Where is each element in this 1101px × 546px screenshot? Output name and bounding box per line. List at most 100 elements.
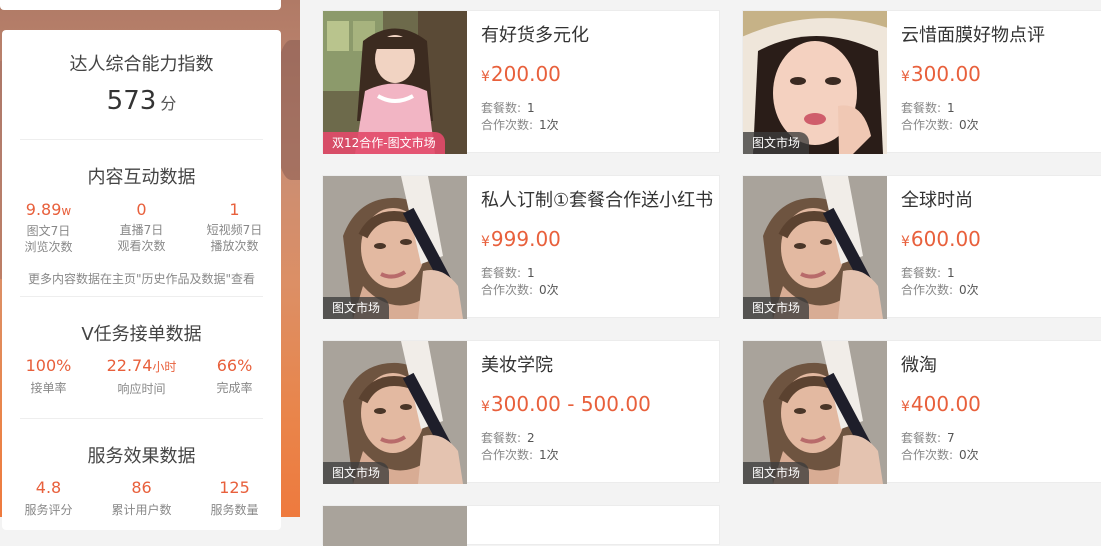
currency-symbol: ¥: [481, 399, 490, 415]
currency-symbol: ¥: [901, 69, 910, 85]
package-count-label: 套餐数:: [901, 101, 942, 115]
stat-unit: 小时: [152, 360, 177, 374]
stat-value: 4.8: [35, 478, 62, 497]
coop-count: 合作次数: 1次: [481, 446, 559, 463]
package-count-value: 1: [947, 266, 955, 280]
package-count: 套餐数: 1: [901, 99, 955, 116]
package-count-value: 1: [527, 101, 535, 115]
stat-value: 22.74: [106, 356, 153, 375]
package-count-value: 1: [527, 266, 535, 280]
service-card[interactable]: 图文市场 美妆学院 ¥300.00 - 500.00 套餐数: 2 合作次数: 1次: [322, 340, 720, 484]
card-thumbnail-image[interactable]: 图文市场: [743, 341, 887, 484]
content-interaction-title: 内容互动数据: [87, 167, 196, 188]
card-price: ¥999.00: [481, 227, 561, 251]
card-title[interactable]: 云惜面膜好物点评: [901, 21, 1045, 47]
ability-score-unit: 分: [160, 94, 177, 113]
service-stats: 4.8 服务评分 86 累计用户数 125 服务数量: [2, 478, 281, 518]
package-count-label: 套餐数:: [481, 101, 522, 115]
card-price: ¥300.00 - 500.00: [481, 392, 651, 416]
stat-label: 观看次数: [117, 239, 166, 253]
coop-count: 合作次数: 1次: [481, 116, 559, 133]
currency-symbol: ¥: [481, 69, 490, 85]
service-card[interactable]: 图文市场 私人订制①套餐合作送小红书 ¥999.00 套餐数: 1 合作次数: 0次: [322, 175, 720, 319]
ability-score-value: 573: [106, 86, 157, 116]
stat-service-rating: 4.8 服务评分: [2, 478, 95, 518]
coop-count-label: 合作次数:: [481, 448, 534, 462]
stat-value: 1: [229, 200, 240, 219]
service-card-partial[interactable]: [322, 505, 720, 546]
card-thumbnail-image[interactable]: 图文市场: [323, 341, 467, 484]
stat-label: 累计用户数: [111, 503, 172, 517]
market-tag: 图文市场: [743, 462, 810, 484]
price-value: 200.00: [490, 62, 561, 86]
stat-response-time: 22.74小时 响应时间: [95, 356, 188, 397]
card-title[interactable]: 私人订制①套餐合作送小红书: [481, 186, 713, 212]
coop-count-label: 合作次数:: [481, 283, 534, 297]
card-thumbnail-image[interactable]: [323, 506, 467, 546]
service-card[interactable]: 图文市场 云惜面膜好物点评 ¥300.00 套餐数: 1 合作次数: 0次: [742, 10, 1101, 154]
stat-total-users: 86 累计用户数: [95, 478, 188, 518]
ability-index-title: 达人综合能力指数: [69, 54, 214, 75]
influencer-stats-panel: 达人综合能力指数 573 分 内容互动数据 9.89w 图文7日 浏览次数 0 直…: [2, 30, 281, 530]
card-title[interactable]: 有好货多元化: [481, 21, 589, 47]
card-title[interactable]: 美妆学院: [481, 351, 553, 377]
coop-count-value: 0次: [959, 283, 979, 297]
card-title[interactable]: 微淘: [901, 351, 937, 377]
divider: [20, 139, 263, 140]
card-thumbnail-image[interactable]: 图文市场: [323, 176, 467, 319]
card-price: ¥200.00: [481, 62, 561, 86]
price-value: 300.00 - 500.00: [490, 392, 651, 416]
service-effect-title: 服务效果数据: [87, 446, 196, 467]
package-count-label: 套餐数:: [901, 431, 942, 445]
divider: [20, 296, 263, 297]
currency-symbol: ¥: [901, 399, 910, 415]
service-card[interactable]: 双12合作-图文市场 有好货多元化 ¥200.00 套餐数: 1 合作次数: 1次: [322, 10, 720, 154]
ability-score: 573 分: [2, 86, 281, 116]
stat-value: 66%: [216, 356, 253, 375]
card-title[interactable]: 全球时尚: [901, 186, 973, 212]
market-tag: 双12合作-图文市场: [323, 132, 445, 154]
stat-label: 短视频7日: [206, 223, 263, 237]
package-count-value: 2: [527, 431, 535, 445]
package-count: 套餐数: 1: [901, 264, 955, 281]
stat-accept-rate: 100% 接单率: [2, 356, 95, 397]
coop-count-value: 0次: [539, 283, 559, 297]
market-tag: 图文市场: [743, 132, 810, 154]
stat-label: 服务数量: [210, 503, 259, 517]
service-card[interactable]: 图文市场 全球时尚 ¥600.00 套餐数: 1 合作次数: 0次: [742, 175, 1101, 319]
stat-service-count: 125 服务数量: [188, 478, 281, 518]
stat-completion-rate: 66% 完成率: [188, 356, 281, 397]
coop-count: 合作次数: 0次: [901, 281, 979, 298]
stat-live-views: 0 直播7日 观看次数: [95, 200, 188, 255]
content-stats: 9.89w 图文7日 浏览次数 0 直播7日 观看次数 1 短视频7日 播放次数: [2, 200, 281, 255]
package-count: 套餐数: 7: [901, 429, 955, 446]
coop-count: 合作次数: 0次: [901, 116, 979, 133]
currency-symbol: ¥: [901, 234, 910, 250]
coop-count: 合作次数: 0次: [901, 446, 979, 463]
stat-label: 直播7日: [119, 223, 164, 237]
card-price: ¥400.00: [901, 392, 981, 416]
stat-article-views: 9.89w 图文7日 浏览次数: [2, 200, 95, 255]
stat-label: 浏览次数: [24, 240, 73, 254]
currency-symbol: ¥: [481, 234, 490, 250]
stat-label: 服务评分: [24, 503, 73, 517]
coop-count-label: 合作次数:: [481, 118, 534, 132]
stat-value: 86: [131, 478, 152, 497]
price-value: 400.00: [910, 392, 981, 416]
price-value: 300.00: [910, 62, 981, 86]
stat-label: 播放次数: [210, 239, 259, 253]
top-card-edge: [0, 0, 281, 10]
price-value: 999.00: [490, 227, 561, 251]
card-thumbnail-image[interactable]: 图文市场: [743, 176, 887, 319]
price-value: 600.00: [910, 227, 981, 251]
coop-count-value: 1次: [539, 118, 559, 132]
content-data-note: 更多内容数据在主页"历史作品及数据"查看: [27, 272, 256, 286]
service-card[interactable]: 图文市场 微淘 ¥400.00 套餐数: 7 合作次数: 0次: [742, 340, 1101, 484]
stat-value: 125: [219, 478, 250, 497]
card-thumbnail-image[interactable]: 图文市场: [743, 11, 887, 154]
coop-count-label: 合作次数:: [901, 283, 954, 297]
card-thumbnail-image[interactable]: 双12合作-图文市场: [323, 11, 467, 154]
package-count-label: 套餐数:: [481, 431, 522, 445]
coop-count: 合作次数: 0次: [481, 281, 559, 298]
stat-label: 图文7日: [26, 224, 71, 238]
